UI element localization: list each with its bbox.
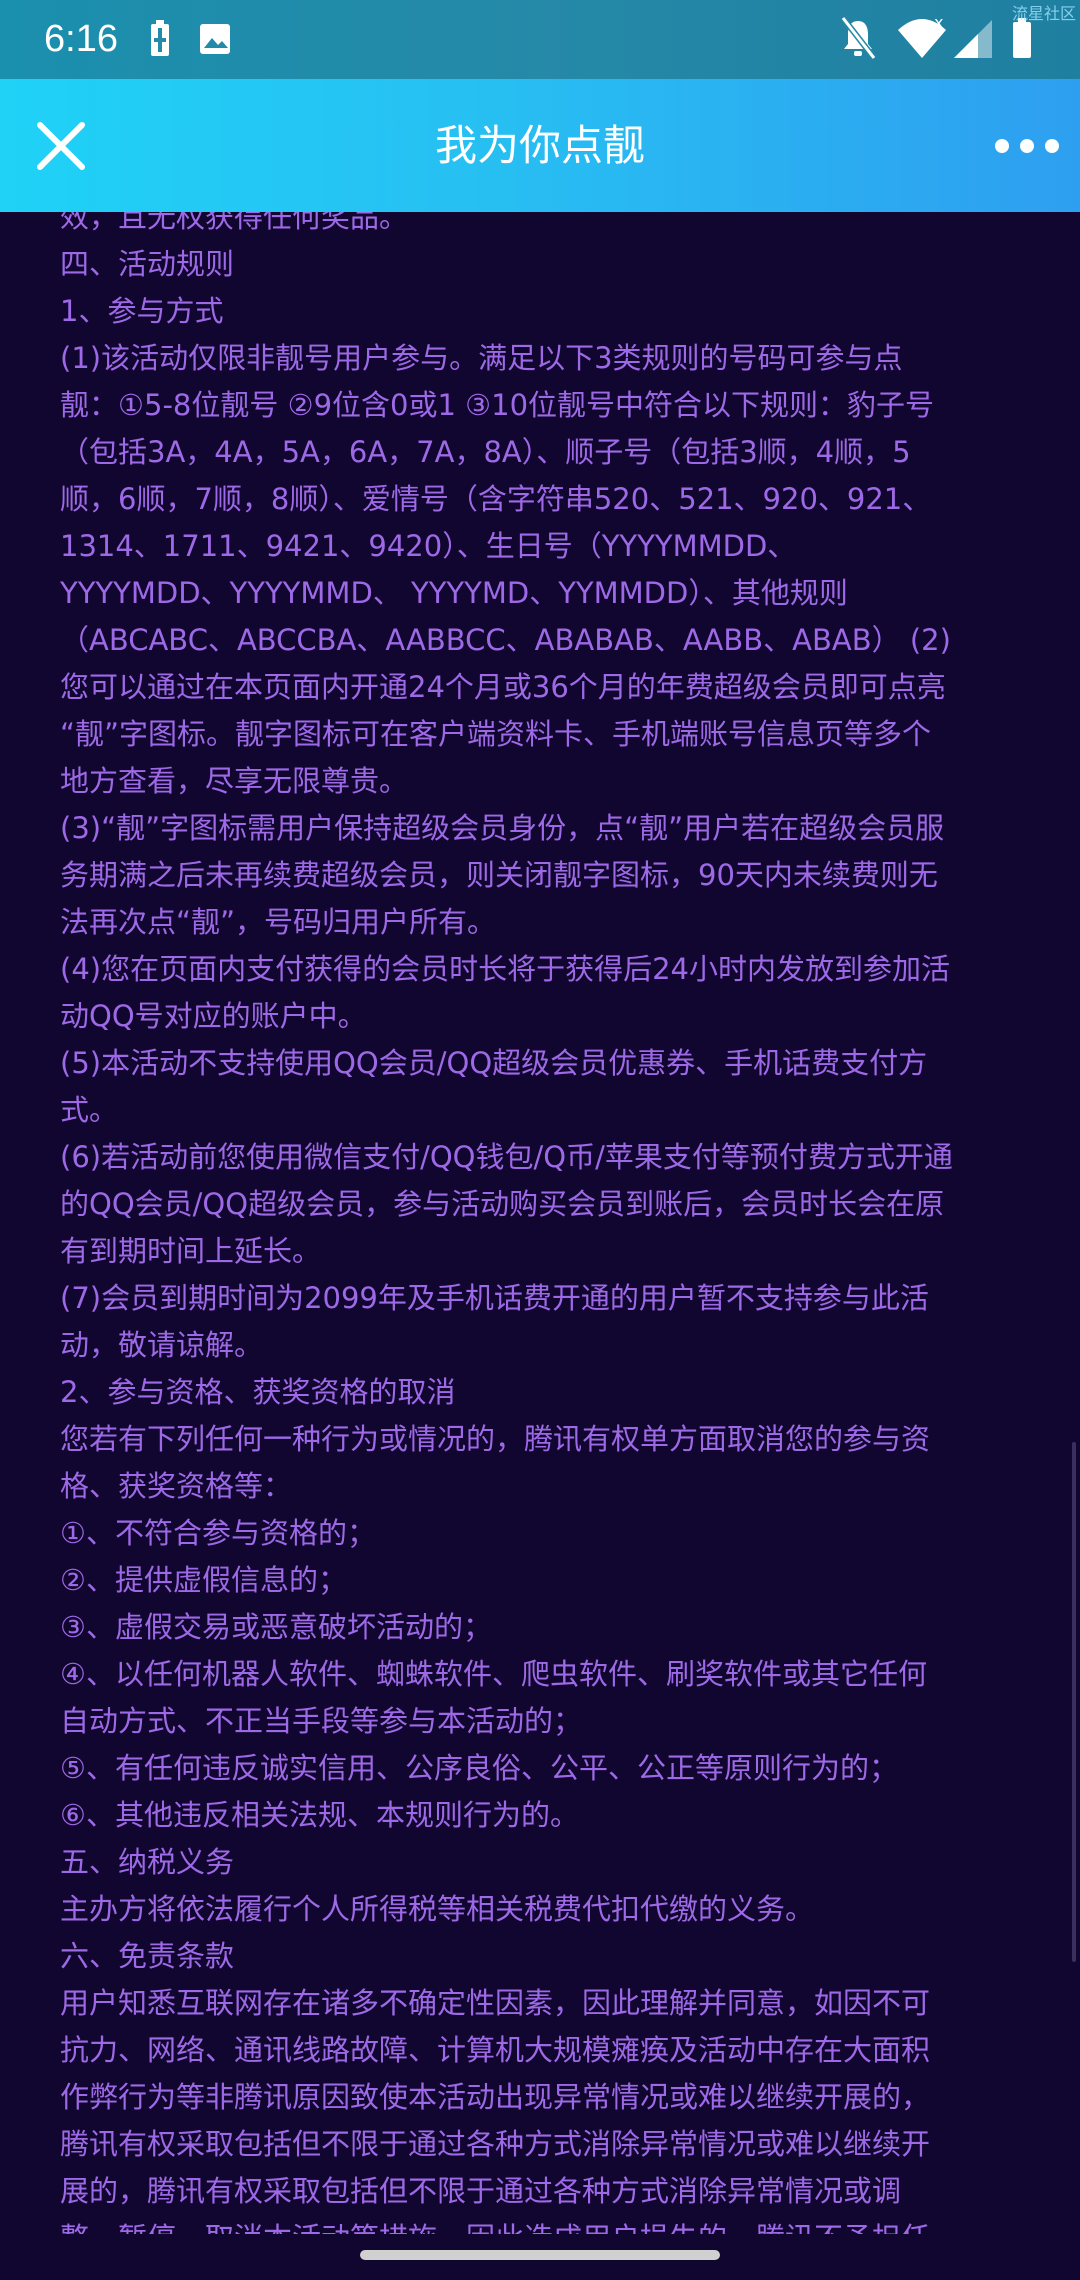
rules-content[interactable]: 效，且无权获得任何奖品。 四、活动规则 1、参与方式 (1)该活动仅限非靓号用户… [0, 212, 1080, 2280]
text-line: 六、免责条款 [60, 1939, 235, 1973]
text-line: 主办方将依法履行个人所得税等相关税费代扣代缴的义务。 [60, 1892, 815, 1926]
wifi-icon: x [898, 13, 946, 58]
text-line: ⑥、其他违反相关法规、本规则行为的。 [60, 1798, 579, 1832]
text-line: 1、参与方式 [60, 294, 224, 328]
cellular-signal-icon [954, 20, 992, 58]
text-line: （ABCABC、ABCCBA、AABBCC、ABABAB、AABB、ABAB） … [60, 623, 951, 657]
text-line: 您若有下列任何一种行为或情况的，腾讯有权单方面取消您的参与资 [60, 1422, 931, 1456]
rules-text: 效，且无权获得任何奖品。 四、活动规则 1、参与方式 (1)该活动仅限非靓号用户… [60, 212, 1020, 2262]
text-line: ①、不符合参与资格的； [60, 1516, 376, 1550]
text-line: (6)若活动前您使用微信支付/QQ钱包/Q币/苹果支付等预付费方式开通 [60, 1140, 953, 1174]
text-line: 格、获奖资格等： [60, 1469, 293, 1503]
battery-charging-icon [151, 20, 169, 56]
text-line: 自动方式、不正当手段等参与本活动的； [60, 1704, 583, 1738]
status-bar: 6:16 x 流星社区 [0, 0, 1080, 79]
text-line: 2、参与资格、获奖资格的取消 [60, 1375, 456, 1409]
status-time: 6:16 [44, 18, 118, 60]
close-icon[interactable] [22, 107, 100, 185]
text-line: 有到期时间上延长。 [60, 1234, 322, 1268]
text-line: 地方查看，尽享无限尊贵。 [60, 764, 409, 798]
text-line: 靓：①5-8位靓号 ②9位含0或1 ③10位靓号中符合以下规则：豹子号 [60, 388, 935, 422]
title-bar: 我为你点靓 [0, 79, 1080, 212]
text-line: 腾讯有权采取包括但不限于通过各种方式消除异常情况或难以继续开 [60, 2127, 931, 2161]
svg-text:x: x [934, 13, 943, 32]
text-line: 五、纳税义务 [60, 1845, 235, 1879]
more-options-icon[interactable] [990, 119, 1064, 173]
text-line: 动QQ号对应的账户中。 [60, 999, 367, 1033]
text-line: (7)会员到期时间为2099年及手机话费开通的用户暂不支持参与此活 [60, 1281, 929, 1315]
text-line: 四、活动规则 [60, 247, 235, 281]
page-title: 我为你点靓 [434, 121, 645, 170]
text-line: 务期满之后未再续费超级会员，则关闭靓字图标，90天内未续费则无 [60, 858, 938, 892]
notifications-off-icon [840, 16, 877, 60]
text-line: “靓”字图标。靓字图标可在客户端资料卡、手机端账号信息页等多个 [60, 717, 932, 751]
text-line: ②、提供虚假信息的； [60, 1563, 347, 1597]
text-line: 式。 [60, 1093, 119, 1127]
watermark: 流星社区 [1011, 4, 1076, 23]
text-line: 抗力、网络、通讯线路故障、计算机大规模瘫痪及活动中存在大面积 [60, 2033, 931, 2067]
text-line: (1)该活动仅限非靓号用户参与。满足以下3类规则的号码可参与点 [60, 341, 903, 375]
navigation-bar [0, 2234, 1080, 2280]
text-line: ⑤、有任何违反诚实信用、公序良俗、公平、公正等原则行为的； [60, 1751, 898, 1785]
text-line: 展的，腾讯有权采取包括但不限于通过各种方式消除异常情况或调 [60, 2174, 902, 2208]
text-line: 1314、1711、9421、9420）、生日号（YYYYMMDD、 [60, 529, 797, 563]
text-line: 动，敬请谅解。 [60, 1328, 264, 1362]
text-line: (3)“靓”字图标需用户保持超级会员身份，点“靓”用户若在超级会员服 [60, 811, 945, 845]
text-line: (5)本活动不支持使用QQ会员/QQ超级会员优惠券、手机话费支付方 [60, 1046, 928, 1080]
text-line: 作弊行为等非腾讯原因致使本活动出现异常情况或难以继续开展的， [60, 2080, 931, 2114]
screen: 6:16 x 流星社区 我为你点靓 效，且无权获得任何奖品。 四、活动规则 1、… [0, 0, 1080, 2280]
text-line: 您可以通过在本页面内开通24个月或36个月的年费超级会员即可点亮 [60, 670, 946, 704]
text-line: ④、以任何机器人软件、蜘蛛软件、爬虫软件、刷奖软件或其它任何 [60, 1657, 927, 1691]
text-line: ③、虚假交易或恶意破坏活动的； [60, 1610, 492, 1644]
scrollbar[interactable] [1072, 1442, 1076, 1962]
text-line: （包括3A，4A，5A，6A，7A，8A）、顺子号（包括3顺，4顺，5 [60, 435, 911, 469]
text-line: (4)您在页面内支付获得的会员时长将于获得后24小时内发放到参加活 [60, 952, 950, 986]
text-line: YYYYMDD、YYYYMMD、 YYYYMD、YYMMDD）、其他规则 [60, 576, 848, 610]
text-line: 效，且无权获得任何奖品。 [60, 212, 409, 234]
text-line: 用户知悉互联网存在诸多不确定性因素，因此理解并同意，如因不可 [60, 1986, 931, 2020]
gallery-icon [200, 24, 230, 54]
text-line: 顺，6顺，7顺，8顺）、爱情号（含字符串520、521、920、921、 [60, 482, 932, 516]
text-line: 法再次点“靓”，号码归用户所有。 [60, 905, 497, 939]
home-indicator[interactable] [360, 2250, 720, 2260]
text-line: 的QQ会员/QQ超级会员，参与活动购买会员到账后，会员时长会在原 [60, 1187, 945, 1221]
